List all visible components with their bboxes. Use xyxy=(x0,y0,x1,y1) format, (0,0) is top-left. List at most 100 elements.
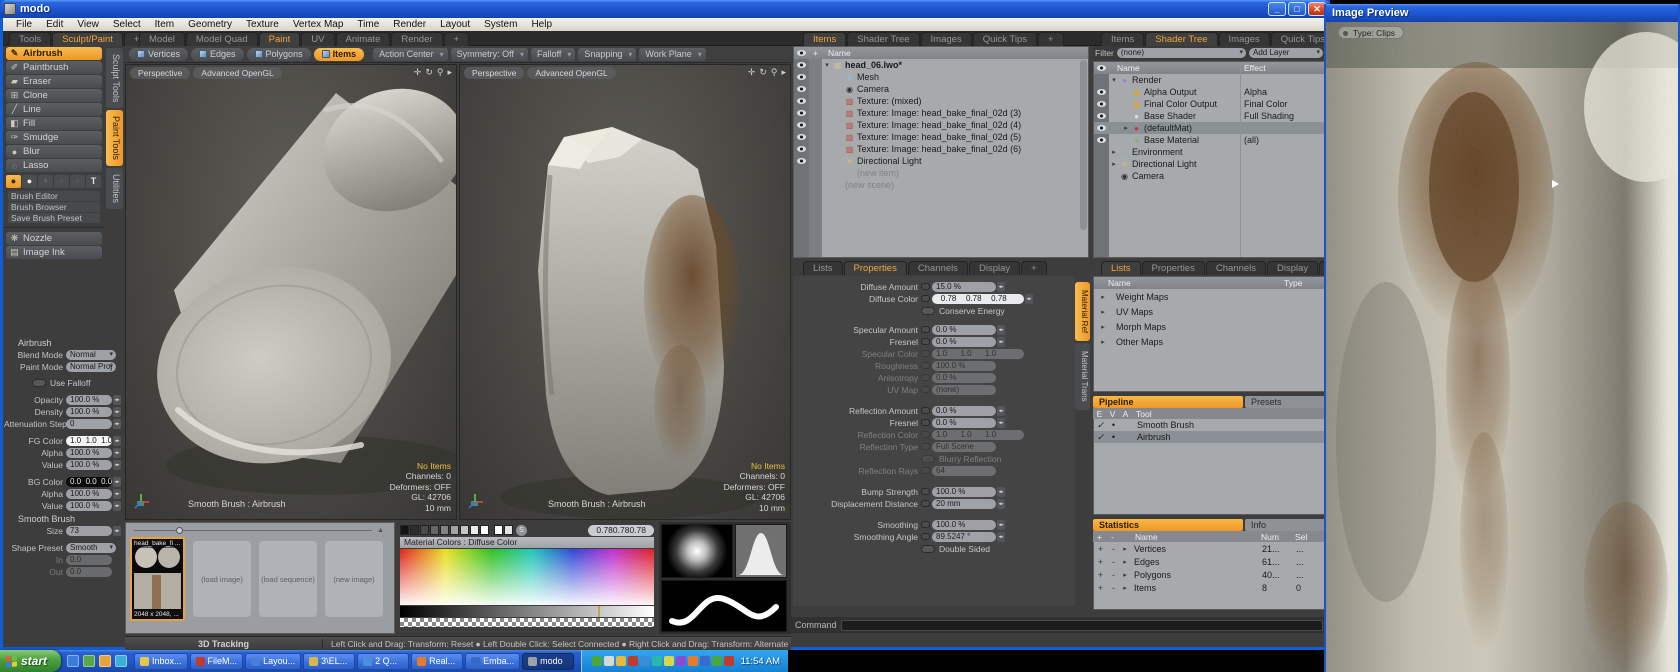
menu-item[interactable]: Vertex Map xyxy=(286,19,351,30)
selection-mode-button[interactable]: Polygons xyxy=(247,48,311,61)
thumbnail-size-slider[interactable]: ▲ xyxy=(134,527,386,533)
brush-tip-icon[interactable]: ● xyxy=(6,175,21,188)
shader-layer-row[interactable]: ▾ ● Render xyxy=(1094,74,1324,86)
more-icon[interactable]: ▸ xyxy=(447,67,452,78)
visibility-eye-icon[interactable] xyxy=(797,62,806,68)
column-divider[interactable] xyxy=(1240,62,1241,257)
menu-item[interactable]: Select xyxy=(106,19,148,30)
tray-icon[interactable] xyxy=(616,656,626,666)
visibility-eye-icon[interactable] xyxy=(797,74,806,80)
menu-item[interactable]: File xyxy=(9,19,39,30)
map-list-row[interactable]: ▸ Weight Maps xyxy=(1094,289,1324,304)
taskbar-app-button[interactable]: Inbox... xyxy=(134,653,188,670)
visibility-eye-icon[interactable] xyxy=(797,146,806,152)
layer-effect[interactable]: Final Color xyxy=(1244,99,1288,109)
brush-tip-icon[interactable]: ✧ xyxy=(54,175,69,188)
quick-launch-icon[interactable] xyxy=(115,655,127,667)
zoom-icon[interactable]: ⚲ xyxy=(771,67,778,78)
tab[interactable]: Render xyxy=(391,32,442,46)
tab[interactable]: + xyxy=(1038,32,1064,46)
tab[interactable]: Tools xyxy=(9,32,51,46)
tab[interactable]: Properties xyxy=(844,261,907,275)
preview-title-bar[interactable]: Image Preview xyxy=(1326,4,1678,22)
tab[interactable]: Display xyxy=(1267,261,1318,275)
title-bar[interactable]: modo _ □ ✕ xyxy=(0,0,1330,18)
shader-layer-row[interactable]: ▸ ◑ Environment xyxy=(1094,146,1324,158)
item-row[interactable]: (new scene) xyxy=(794,179,1088,191)
saturation-button[interactable]: S xyxy=(516,525,527,536)
preview-texture-view[interactable]: Type: Clips xyxy=(1326,22,1678,672)
visibility-eye-icon[interactable] xyxy=(1097,89,1106,95)
viewport-left[interactable]: Perspective Advanced OpenGL ✛↻⚲▸ xyxy=(125,64,457,520)
channel-toggle[interactable] xyxy=(921,295,930,302)
view-type-button[interactable]: Perspective xyxy=(130,67,190,79)
displacement-field[interactable]: 20 mm xyxy=(932,499,996,509)
gray-swatch[interactable] xyxy=(400,525,409,535)
tab[interactable]: Items xyxy=(803,32,846,46)
layer-effect[interactable]: (all) xyxy=(1244,135,1259,145)
item-row[interactable]: ▨ Texture: (mixed) xyxy=(794,95,1088,107)
item-row[interactable]: ▨ Texture: Image: head_bake_final_02d (6… xyxy=(794,143,1088,155)
pipeline-tool-row[interactable]: ✓ • Airbrush xyxy=(1094,431,1324,443)
toolbar-dropdown[interactable]: Symmetry: Off xyxy=(451,48,528,61)
taskbar-app-button[interactable]: 3\EL... xyxy=(303,653,355,670)
pan-icon[interactable]: ✛ xyxy=(414,67,422,78)
gray-swatch[interactable] xyxy=(450,525,459,535)
expander-icon[interactable]: ▸ xyxy=(1121,124,1131,132)
brush-tip-icon[interactable]: ✧ xyxy=(70,175,85,188)
reflection-fresnel-field[interactable]: 0.0 % xyxy=(932,418,996,428)
visibility-eye-icon[interactable] xyxy=(797,158,806,164)
expander-icon[interactable]: ▸ xyxy=(1098,308,1108,316)
command-input[interactable] xyxy=(841,620,1323,631)
tray-icon[interactable] xyxy=(676,656,686,666)
shader-layer-row[interactable]: ▸ ☀ Directional Light xyxy=(1094,158,1324,170)
value-marker[interactable] xyxy=(598,606,600,617)
bg-color-field[interactable]: 0.0 0.0 0.0 xyxy=(66,477,112,487)
visibility-eye-icon[interactable] xyxy=(1097,113,1106,119)
layer-effect[interactable]: Alpha xyxy=(1244,87,1267,97)
gray-swatch[interactable] xyxy=(460,525,469,535)
tab[interactable]: + xyxy=(1021,261,1047,275)
channel-toggle[interactable] xyxy=(921,521,930,528)
tool-category-tab[interactable]: Utilities xyxy=(106,168,123,209)
stepper[interactable]: ◂▸ xyxy=(113,395,121,405)
stepper[interactable]: ◂▸ xyxy=(113,477,121,487)
stepper[interactable]: ◂▸ xyxy=(113,448,121,458)
item-row[interactable]: ◆ Mesh xyxy=(794,71,1088,83)
stepper[interactable]: ◂▸ xyxy=(113,407,121,417)
item-row[interactable]: ▾ ▦ head_06.lwo* xyxy=(794,59,1088,71)
expander-icon[interactable]: ▸ xyxy=(1120,571,1130,579)
tray-icon[interactable] xyxy=(640,656,650,666)
hue-saturation-gradient[interactable] xyxy=(400,549,654,605)
fg-alpha-field[interactable]: 100.0 % xyxy=(66,448,112,458)
map-list-row[interactable]: ▸ Morph Maps xyxy=(1094,319,1324,334)
filter-select[interactable]: (none) xyxy=(1117,48,1246,58)
expand-plus-button[interactable]: + xyxy=(1094,570,1107,580)
stepper[interactable]: ◂▸ xyxy=(113,436,121,446)
channel-toggle[interactable] xyxy=(921,407,930,414)
stepper[interactable]: ◂▸ xyxy=(997,282,1005,292)
collapse-minus-button[interactable]: - xyxy=(1107,583,1120,593)
layer-effect[interactable]: Full Shading xyxy=(1244,111,1294,121)
use-falloff-checkbox[interactable] xyxy=(32,379,46,387)
tool-button[interactable]: ● Blur xyxy=(6,145,102,158)
visibility-eye-icon[interactable] xyxy=(797,122,806,128)
gray-swatch[interactable] xyxy=(480,525,489,535)
taskbar-app-button[interactable]: Layou... xyxy=(245,653,301,670)
diffuse-color-field[interactable]: 0.780.780.78 xyxy=(932,294,1024,304)
collapse-minus-button[interactable]: - xyxy=(1107,544,1120,554)
tab[interactable]: + xyxy=(444,32,470,46)
tab[interactable]: Display xyxy=(969,261,1020,275)
stepper[interactable]: ◂▸ xyxy=(997,532,1005,542)
collapse-minus-button[interactable]: - xyxy=(1107,570,1120,580)
shader-layer-row[interactable]: ▣ Alpha Output Alpha xyxy=(1094,86,1324,98)
menu-item[interactable]: Help xyxy=(524,19,559,30)
tab[interactable]: Lists xyxy=(803,261,843,275)
rotate-icon[interactable]: ↻ xyxy=(425,67,433,78)
zoom-icon[interactable]: ⚲ xyxy=(437,67,444,78)
gray-swatch[interactable] xyxy=(470,525,479,535)
statistics-row[interactable]: + - ▸ Vertices 21... ... xyxy=(1094,542,1324,555)
density-field[interactable]: 100.0 % xyxy=(66,407,112,417)
taskbar-app-button[interactable]: Emba... xyxy=(465,653,520,670)
stepper[interactable]: ◂▸ xyxy=(997,487,1005,497)
